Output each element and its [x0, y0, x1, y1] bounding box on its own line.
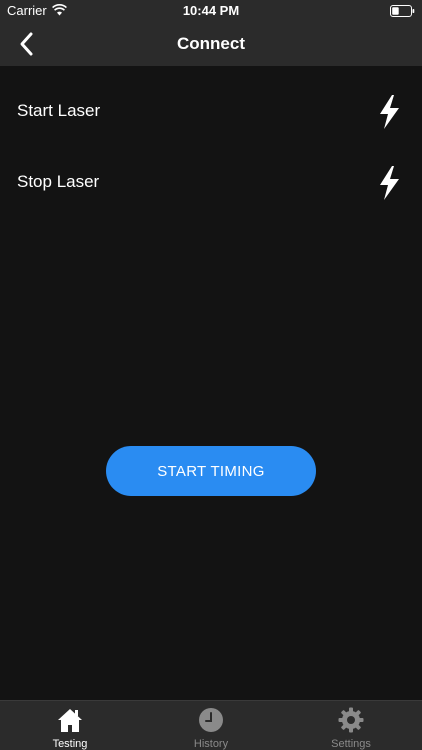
start-laser-label: Start Laser — [17, 101, 101, 120]
tab-history-label: History — [193, 738, 229, 750]
tab-bar: Testing History Settings — [0, 700, 422, 750]
stop-laser-row[interactable]: Stop Laser — [0, 148, 422, 218]
navigation-bar: Connect — [0, 22, 422, 66]
status-bar: Carrier 10:44 PM — [0, 0, 422, 22]
home-icon — [58, 709, 82, 732]
battery-icon — [390, 5, 415, 17]
tab-testing-label: Testing — [52, 738, 88, 750]
clock-time: 10:44 PM — [182, 3, 240, 18]
start-laser-row[interactable]: Start Laser — [0, 77, 422, 147]
start-timing-button[interactable]: START TIMING — [106, 446, 316, 496]
lightning-bolt-icon — [380, 95, 399, 129]
gear-icon — [338, 707, 364, 733]
tab-settings-label: Settings — [331, 738, 371, 750]
top-bar: Carrier 10:44 PM Connect — [0, 0, 422, 66]
tab-testing[interactable]: Testing — [0, 701, 140, 750]
clock-icon — [199, 708, 223, 732]
page-title: Connect — [177, 34, 245, 53]
lightning-bolt-icon — [380, 166, 399, 200]
tab-settings[interactable]: Settings — [281, 701, 421, 750]
stop-laser-label: Stop Laser — [17, 172, 100, 191]
tab-history[interactable]: History — [141, 701, 281, 750]
